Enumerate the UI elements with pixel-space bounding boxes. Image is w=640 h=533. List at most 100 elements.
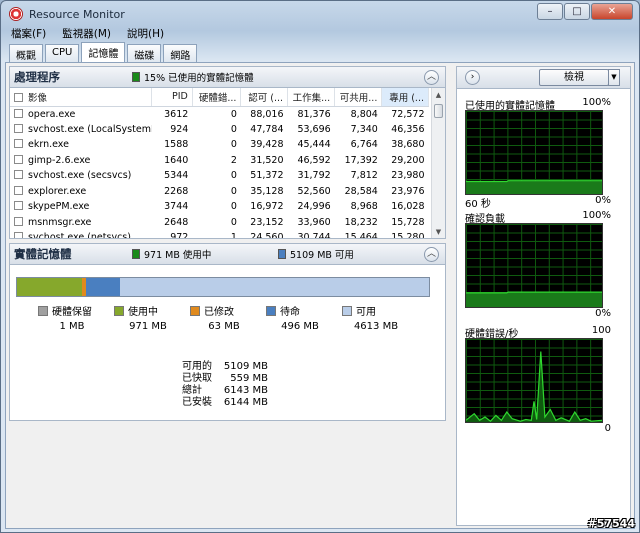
graph-min: 0% [595, 195, 611, 206]
graphs-pane: › 檢視 ▼ 已使用的實體記憶體 100% 60 秒 0% 確認負載 100% [456, 66, 631, 526]
table-cell: 15,464 [344, 232, 378, 239]
legend-swatch [114, 305, 124, 316]
tab-memory[interactable]: 記憶體 [81, 42, 126, 62]
row-checkbox[interactable] [14, 139, 23, 149]
scroll-thumb[interactable] [434, 104, 443, 118]
tab-cpu[interactable]: CPU [45, 44, 80, 62]
table-cell: 46,356 [391, 123, 425, 135]
window-title: Resource Monitor [29, 8, 125, 21]
maximize-button[interactable]: □ [564, 3, 590, 20]
commit-graph [465, 223, 603, 308]
table-row[interactable]: ekrn.exe 1588 0 39,428 45,444 6,764 38,680 [10, 137, 429, 153]
column-header-shareable[interactable]: 可共用... [334, 88, 383, 107]
row-checkbox[interactable] [14, 154, 23, 164]
scroll-down-icon[interactable]: ▼ [432, 225, 445, 238]
table-row[interactable]: explorer.exe 2268 0 35,128 52,560 28,584 23,97… [10, 184, 429, 200]
graph-min: 0% [595, 308, 611, 319]
row-checkbox[interactable] [14, 232, 23, 238]
table-cell: 0 [230, 216, 237, 228]
table-cell: 15,728 [391, 216, 425, 228]
stat-label: 已快取 [182, 373, 212, 384]
column-header-working-set[interactable]: 工作集... [287, 88, 336, 107]
table-cell: 24,996 [297, 201, 331, 213]
process-name: msnmsgr.exe [28, 216, 92, 228]
physical-memory-header[interactable]: 實體記憶體 971 MB 使用中 5109 MB 可用 ︿ [9, 243, 446, 265]
table-cell: 0 [230, 123, 237, 135]
tab-network[interactable]: 網路 [163, 44, 198, 62]
view-button[interactable]: 檢視 [539, 69, 609, 86]
processes-title: 處理程序 [14, 70, 60, 84]
table-row[interactable]: skypePM.exe 3744 0 16,972 24,996 8,968 16,028 [10, 199, 429, 215]
graph-area [466, 292, 602, 307]
table-cell: 17,392 [344, 154, 378, 166]
table-cell: 24,560 [250, 232, 284, 239]
collapse-icon[interactable]: ︿ [424, 70, 439, 85]
menu-monitor[interactable]: 監視器(M) [60, 25, 113, 41]
row-checkbox[interactable] [14, 216, 23, 226]
stat-label: 已安裝 [182, 397, 212, 408]
stat-label: 可用的 [182, 361, 212, 372]
stat-value: 6143 MB [223, 385, 268, 396]
table-cell: 5344 [164, 170, 189, 182]
collapse-icon[interactable]: ︿ [424, 247, 439, 262]
table-cell: 33,960 [297, 216, 331, 228]
process-table-scrollbar[interactable]: ▲ ▼ [431, 88, 445, 238]
table-row[interactable]: opera.exe 3612 0 88,016 81,376 8,804 72,572 [10, 106, 429, 122]
process-name: svchost.exe (netsvcs) [28, 232, 131, 239]
table-cell: 972 [170, 232, 189, 239]
scroll-up-icon[interactable]: ▲ [432, 88, 445, 102]
tab-strip: 概觀 CPU 記憶體 磁碟 網路 [9, 42, 199, 62]
tab-disk[interactable]: 磁碟 [127, 44, 162, 62]
close-button[interactable]: ✕ [591, 3, 633, 20]
process-name: skypePM.exe [28, 201, 90, 213]
table-cell: 8,968 [350, 201, 378, 213]
physical-memory-panel: 硬體保留 1 MB 使用中 971 MB 已修改 63 MB 待命 496 MB 可用 4613 … [9, 265, 446, 421]
table-cell: 6,764 [350, 139, 378, 151]
resource-monitor-icon [9, 7, 23, 21]
menu-file[interactable]: 檔案(F) [9, 25, 48, 41]
row-checkbox[interactable] [14, 108, 23, 118]
table-row[interactable]: svchost.exe (secsvcs) 5344 0 51,372 31,792 7,… [10, 168, 429, 184]
graph-area [466, 180, 602, 194]
memory-bar-segment [17, 278, 83, 296]
column-header-pid[interactable]: PID [151, 88, 193, 107]
memory-usage-bar [16, 277, 430, 297]
left-pane: 處理程序 15% 已使用的實體記憶體 ︿ 影像 PID 硬體錯... 認可 (.… [9, 66, 446, 526]
legend-swatch [342, 305, 352, 316]
processes-header[interactable]: 處理程序 15% 已使用的實體記憶體 ︿ [9, 66, 446, 88]
row-checkbox[interactable] [14, 123, 23, 133]
table-row[interactable]: msnmsgr.exe 2648 0 23,152 33,960 18,232 15,728 [10, 215, 429, 231]
menu-bar: 檔案(F) 監視器(M) 說明(H) [9, 25, 166, 41]
table-cell: 31,520 [250, 154, 284, 166]
table-cell: 7,812 [350, 170, 378, 182]
column-header-hard-faults[interactable]: 硬體錯... [192, 88, 242, 107]
title-bar[interactable]: Resource Monitor – □ ✕ [1, 1, 639, 27]
column-header-private[interactable]: 專用 (... [381, 88, 429, 107]
graph-title: 硬體錯誤/秒 [465, 329, 519, 340]
physical-memory-title: 實體記憶體 [14, 247, 72, 261]
legend-label: 硬體保留 [52, 307, 92, 318]
row-checkbox[interactable] [14, 185, 23, 195]
select-all-checkbox[interactable] [14, 92, 23, 102]
table-row[interactable]: svchost.exe (LocalSystemNe... 924 0 47,784 5… [10, 122, 429, 138]
table-row[interactable]: svchost.exe (netsvcs) 972 1 24,560 30,744 15,… [10, 230, 429, 239]
chevron-right-icon[interactable]: › [465, 70, 480, 85]
table-cell: 51,372 [250, 170, 284, 182]
chevron-down-icon[interactable]: ▼ [608, 69, 620, 86]
table-cell: 46,592 [297, 154, 331, 166]
available-summary: 5109 MB 可用 [290, 250, 354, 261]
graph-area [466, 351, 602, 422]
tab-overview[interactable]: 概觀 [9, 44, 43, 62]
graph-title: 已使用的實體記憶體 [465, 101, 555, 112]
minimize-button[interactable]: – [537, 3, 563, 20]
table-cell: 81,376 [297, 108, 331, 120]
column-header-image[interactable]: 影像 [10, 88, 153, 107]
table-cell: 0 [230, 139, 237, 151]
menu-help[interactable]: 說明(H) [125, 25, 166, 41]
table-row[interactable]: gimp-2.6.exe 1640 2 31,520 46,592 17,392 29,20… [10, 153, 429, 169]
column-header-commit[interactable]: 認可 (... [240, 88, 289, 107]
row-checkbox[interactable] [14, 170, 23, 180]
hard-faults-graph [465, 338, 603, 423]
row-checkbox[interactable] [14, 201, 23, 211]
table-cell: 88,016 [250, 108, 284, 120]
